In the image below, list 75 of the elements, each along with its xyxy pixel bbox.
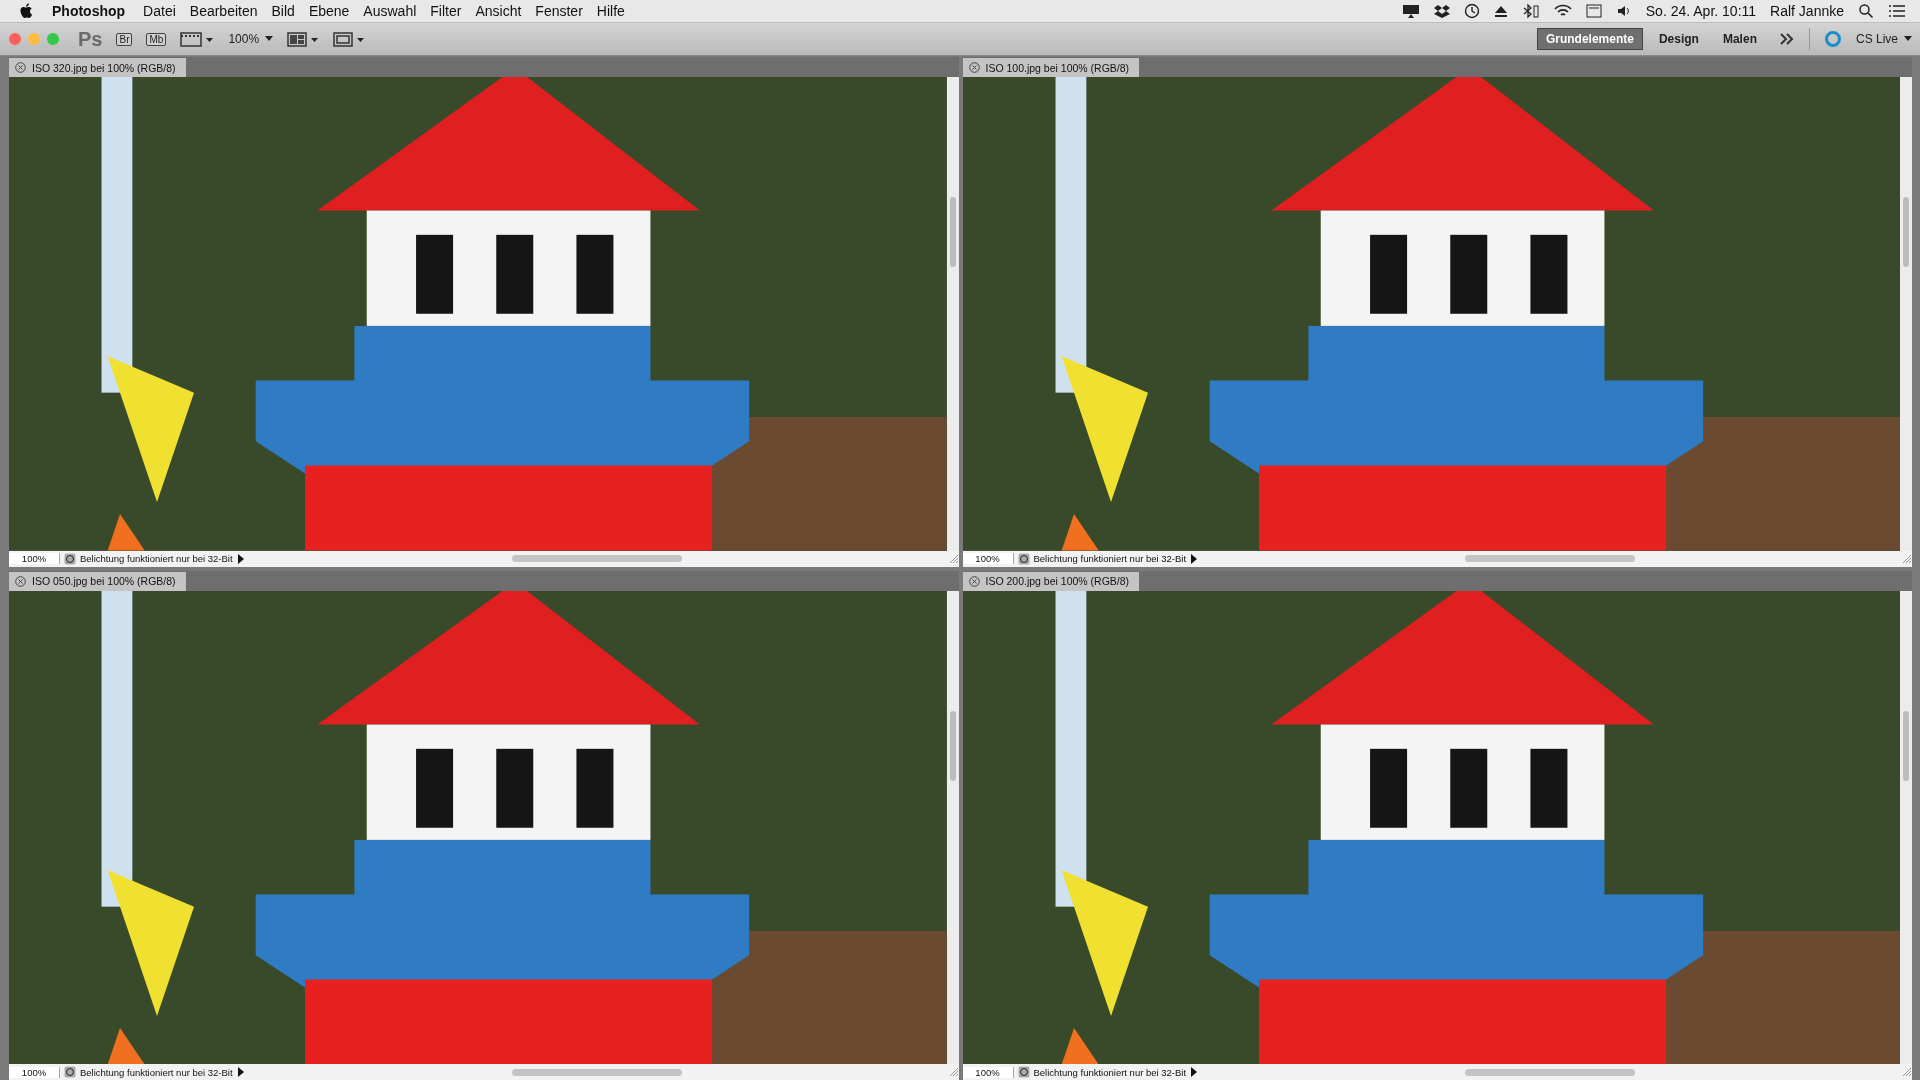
workspace-tab[interactable]: Grundelemente (1536, 28, 1643, 50)
workspace-tab[interactable]: Design (1650, 29, 1707, 49)
play-arrow-icon[interactable] (236, 553, 245, 564)
screen-mode-icon[interactable] (333, 30, 366, 48)
play-arrow-icon[interactable] (236, 1067, 245, 1077)
clock-text[interactable]: So. 24. Apr. 10:11 (1645, 3, 1757, 19)
speaker-icon[interactable] (1615, 3, 1632, 19)
zoom-field[interactable]: 100% (962, 553, 1014, 564)
bluetooth-icon[interactable] (1521, 3, 1540, 19)
box-icon[interactable] (1433, 3, 1450, 19)
vertical-scrollbar[interactable] (946, 590, 959, 1064)
vertical-scrollbar[interactable] (946, 77, 959, 551)
menu-item[interactable]: Fenster (535, 3, 583, 19)
info-icon[interactable] (64, 1066, 76, 1078)
app-menu[interactable]: Photoshop (52, 3, 126, 19)
menu-item[interactable]: Ansicht (475, 3, 522, 19)
zoom-field[interactable]: 100% (9, 553, 60, 564)
close-icon[interactable] (15, 62, 26, 73)
menu-item[interactable]: Datei (143, 3, 176, 19)
list-icon[interactable] (1888, 3, 1906, 19)
resize-grip-icon[interactable] (1902, 1067, 1912, 1077)
info-icon[interactable] (1017, 552, 1030, 565)
status-text: Belichtung funktioniert nur bei 32-Bit (80, 553, 233, 564)
play-arrow-icon[interactable] (1190, 1067, 1199, 1077)
scroll-thumb[interactable] (1465, 1068, 1636, 1076)
menu-item[interactable]: Bearbeiten (189, 3, 258, 19)
zoom-field[interactable]: 100% (962, 1066, 1014, 1078)
play-arrow-icon[interactable] (1190, 553, 1199, 564)
close-icon[interactable] (968, 62, 980, 73)
scroll-thumb[interactable] (1465, 555, 1636, 562)
scroll-thumb[interactable] (1903, 710, 1909, 781)
zoom-dropdown[interactable]: 100% (228, 32, 274, 46)
bridge-button[interactable]: Br (116, 32, 133, 46)
vertical-scrollbar[interactable] (1900, 590, 1912, 1064)
wifi-icon[interactable] (1553, 3, 1572, 19)
document-tab[interactable]: ISO 320.jpg bei 100% (RGB/8) (9, 58, 186, 77)
caret-icon (265, 36, 274, 42)
workspace-tab[interactable]: Malen (1714, 29, 1765, 49)
scroll-thumb[interactable] (1903, 197, 1909, 267)
search-icon[interactable] (1858, 3, 1874, 19)
scroll-thumb[interactable] (511, 1068, 682, 1076)
zoom-field[interactable]: 100% (9, 1066, 60, 1078)
menu-item[interactable]: Bild (271, 3, 295, 19)
filmstrip-dropdown-icon[interactable] (180, 30, 215, 48)
clock-icon[interactable] (1463, 3, 1480, 19)
menu-item[interactable]: Auswahl (363, 3, 417, 19)
info-icon[interactable] (1017, 1066, 1030, 1078)
vertical-scrollbar[interactable] (1900, 77, 1912, 551)
menu-item[interactable]: Ebene (308, 3, 350, 19)
document-tab[interactable]: ISO 100.jpg bei 100% (RGB/8) (962, 58, 1140, 77)
resize-grip-icon[interactable] (1902, 553, 1912, 564)
arrange-documents-icon[interactable] (287, 30, 320, 48)
scroll-thumb[interactable] (949, 710, 956, 781)
status-text: Belichtung funktioniert nur bei 32-Bit (1033, 553, 1187, 564)
double-chevron-icon[interactable] (1778, 32, 1795, 46)
resize-grip-icon[interactable] (948, 553, 959, 564)
app-logo: Ps (78, 27, 103, 51)
info-icon[interactable] (64, 552, 76, 565)
cs-live-dropdown[interactable]: CS Live (1855, 32, 1912, 46)
apple-icon[interactable] (20, 3, 34, 19)
status-text: Belichtung funktioniert nur bei 32-Bit (80, 1066, 233, 1078)
resize-grip-icon[interactable] (948, 1067, 959, 1077)
close-icon[interactable] (15, 575, 26, 587)
mini-bridge-button[interactable]: Mb (146, 32, 167, 46)
menu-item[interactable]: Filter (430, 3, 462, 19)
caret-icon (1904, 36, 1912, 42)
status-text: Belichtung funktioniert nur bei 32-Bit (1033, 1066, 1187, 1078)
menu-item[interactable]: Hilfe (596, 3, 625, 19)
scroll-thumb[interactable] (511, 555, 682, 562)
document-tab[interactable]: ISO 050.jpg bei 100% (RGB/8) (9, 571, 186, 591)
document-tab[interactable]: ISO 200.jpg bei 100% (RGB/8) (962, 571, 1140, 591)
display-icon[interactable] (1401, 3, 1420, 19)
close-icon[interactable] (968, 575, 980, 587)
user-name[interactable]: Ralf Jannke (1770, 3, 1844, 19)
scroll-thumb[interactable] (949, 197, 956, 267)
